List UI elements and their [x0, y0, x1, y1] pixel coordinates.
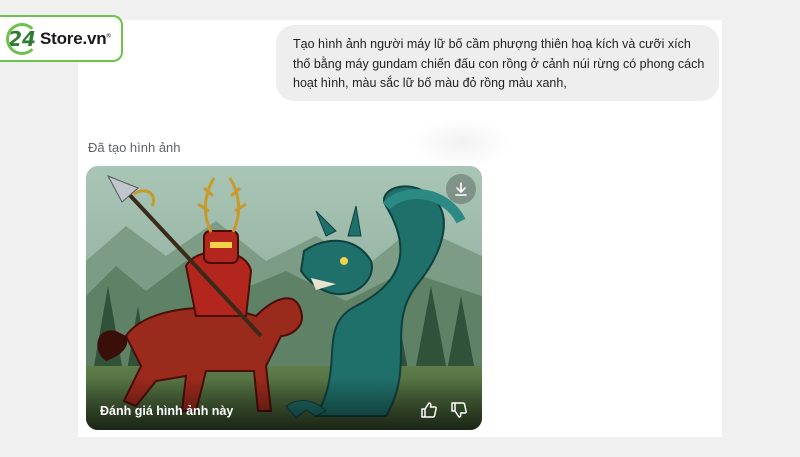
generated-image-card[interactable]: Đánh giá hình ảnh này	[86, 166, 482, 430]
rate-image-label: Đánh giá hình ảnh này	[100, 404, 234, 418]
user-message-text: Tạo hình ảnh người máy lữ bố cầm phượng …	[293, 37, 705, 90]
user-message-bubble: Tạo hình ảnh người máy lữ bố cầm phượng …	[276, 25, 719, 101]
thumbs-up-icon	[421, 402, 437, 418]
image-generated-label: Đã tạo hình ảnh	[88, 140, 181, 155]
thumbs-up-button[interactable]	[418, 399, 440, 421]
logo-badge: 24	[6, 22, 38, 55]
logo-registered: ®	[106, 32, 111, 39]
logo-name: Store.vn	[40, 28, 107, 48]
background-shadow	[412, 118, 512, 168]
download-button[interactable]	[446, 174, 476, 204]
thumbs-down-button[interactable]	[448, 399, 470, 421]
brand-logo[interactable]: 24 Store.vn®	[0, 15, 123, 62]
download-icon	[455, 182, 467, 196]
logo-text: Store.vn®	[40, 29, 111, 49]
thumbs-down-icon	[451, 402, 467, 418]
